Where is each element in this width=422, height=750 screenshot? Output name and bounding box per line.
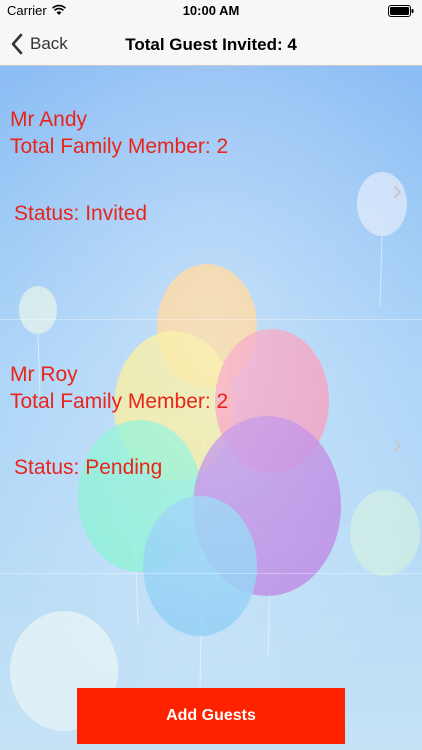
navigation-bar: Back Total Guest Invited: 4 bbox=[0, 22, 422, 66]
battery-icon bbox=[388, 5, 414, 17]
guest-status: Status: Invited bbox=[14, 202, 148, 225]
guest-row[interactable]: Mr Roy Total Family Member: 2 Status: Pe… bbox=[0, 320, 422, 574]
status-bar: Carrier 10:00 AM bbox=[0, 0, 422, 22]
row-divider bbox=[0, 573, 422, 574]
add-guests-button[interactable]: Add Guests bbox=[77, 688, 345, 744]
guest-row[interactable]: Mr Andy Total Family Member: 2 Status: I… bbox=[0, 66, 422, 320]
guest-name: Mr Roy bbox=[10, 363, 78, 386]
page-title: Total Guest Invited: 4 bbox=[125, 35, 297, 54]
guest-family-count: Total Family Member: 2 bbox=[10, 390, 229, 413]
chevron-right-icon bbox=[394, 186, 401, 198]
guest-family-count: Total Family Member: 2 bbox=[10, 135, 229, 158]
guest-name: Mr Andy bbox=[10, 108, 88, 131]
guest-status: Status: Pending bbox=[14, 456, 163, 479]
chevron-right-icon bbox=[394, 440, 401, 452]
guest-list[interactable]: Mr Andy Total Family Member: 2 Status: I… bbox=[0, 66, 422, 750]
clock: 10:00 AM bbox=[182, 3, 240, 18]
